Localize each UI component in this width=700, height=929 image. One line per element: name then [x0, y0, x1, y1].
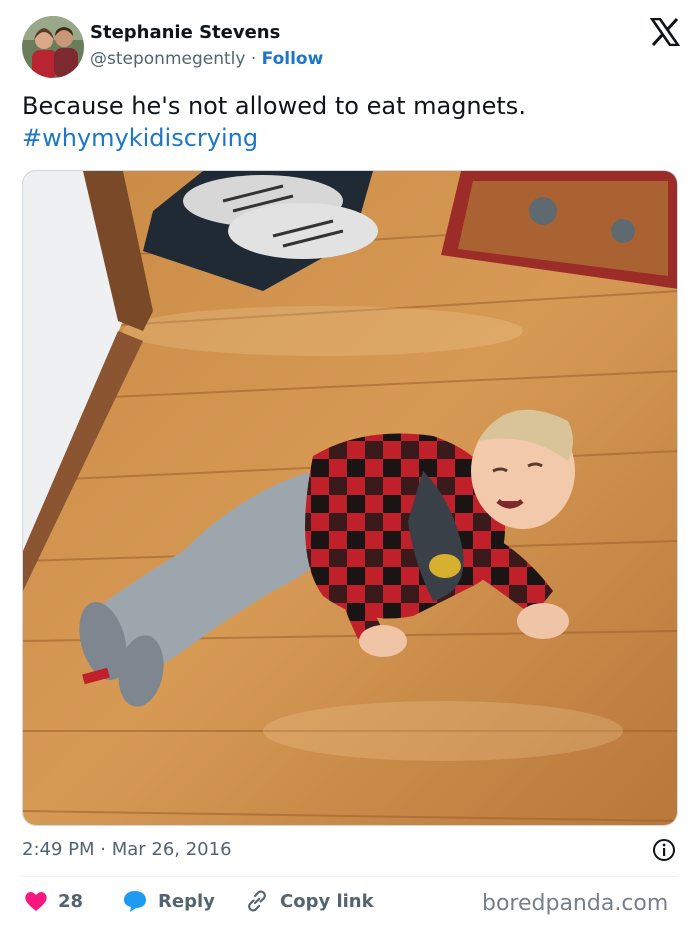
copy-link-button[interactable]: Copy link: [244, 886, 374, 916]
reply-label: Reply: [158, 890, 215, 912]
tweet-body: Because he's not allowed to eat magnets.: [22, 92, 526, 120]
author-handle-line: @steponmegently · Follow: [90, 46, 323, 72]
watermark: boredpanda.com: [482, 891, 669, 916]
reply-button[interactable]: Reply: [122, 886, 215, 916]
tweet-photo[interactable]: [22, 170, 678, 826]
handle-separator: ·: [245, 49, 262, 69]
info-icon[interactable]: [652, 838, 676, 862]
avatar[interactable]: [22, 16, 84, 78]
hashtag-link[interactable]: #whymykidiscrying: [22, 122, 678, 154]
heart-icon: [25, 892, 47, 911]
author-info: Stephanie Stevens @steponmegently · Foll…: [90, 20, 323, 72]
tweet-text: Because he's not allowed to eat magnets.…: [22, 90, 678, 154]
reply-bubble-icon: [124, 891, 146, 912]
link-icon: [248, 890, 266, 912]
tweet-header: Stephanie Stevens @steponmegently · Foll…: [22, 16, 682, 78]
tweet-timestamp[interactable]: 2:49 PM · Mar 26, 2016: [22, 836, 232, 864]
x-logo-icon[interactable]: [650, 18, 680, 46]
copy-link-label: Copy link: [280, 890, 374, 912]
divider: [22, 876, 678, 877]
like-count: 28: [58, 890, 84, 912]
photo-illustration: [23, 171, 677, 825]
author-handle[interactable]: @steponmegently: [90, 49, 245, 69]
author-display-name[interactable]: Stephanie Stevens: [90, 20, 323, 46]
like-button[interactable]: 28: [24, 886, 83, 916]
follow-button[interactable]: Follow: [262, 49, 324, 69]
tweet-card: Stephanie Stevens @steponmegently · Foll…: [0, 0, 700, 929]
